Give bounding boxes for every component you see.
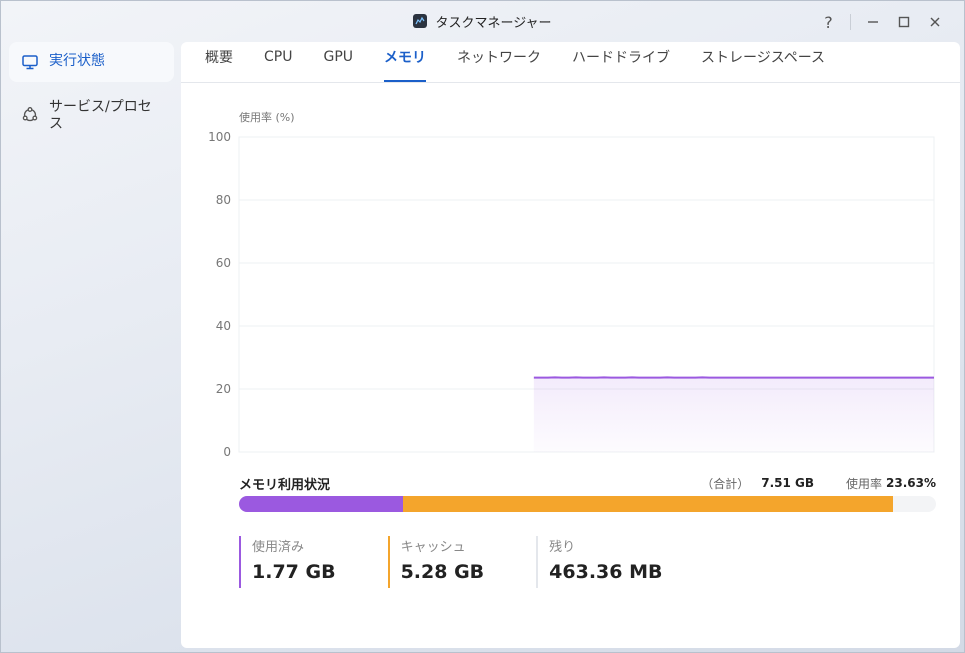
stat-used-label: 使用済み: [252, 540, 305, 555]
stat-remaining-label: 残り: [549, 540, 576, 555]
tab-bar: 概要 CPU GPU メモリ ネットワーク ハードドライブ ストレージスペース: [181, 42, 960, 83]
memory-usage-chart: 使用率 (%) 100 80 60 40 20 0: [181, 102, 960, 462]
usage-rate-label: 使用率: [846, 476, 883, 491]
tab-storage-space[interactable]: ストレージスペース: [701, 42, 825, 82]
main-panel: 概要 CPU GPU メモリ ネットワーク ハードドライブ ストレージスペース …: [181, 42, 960, 648]
memory-stats: 使用済み 1.77 GB キャッシュ 5.28 GB 残り 463.36 MB: [239, 536, 662, 588]
sidebar-item-label: サービス/プロセス: [49, 99, 152, 132]
total-label: （合計）: [701, 476, 750, 491]
y-tick-label: 60: [216, 256, 231, 270]
stat-remaining-value: 463.36 MB: [549, 561, 663, 583]
stat-remaining: 残り 463.36 MB: [536, 536, 662, 588]
sidebar-item-services[interactable]: サービス/プロセス: [9, 88, 174, 144]
y-tick-label: 20: [216, 382, 231, 396]
window-controls: ?: [813, 11, 950, 33]
usage-rate-value: 23.63%: [886, 476, 936, 490]
close-icon: [930, 17, 939, 27]
minimize-button[interactable]: [857, 11, 888, 33]
tab-overview[interactable]: 概要: [205, 42, 233, 82]
stat-cache-value: 5.28 GB: [400, 561, 485, 583]
stat-cache: キャッシュ 5.28 GB: [387, 536, 485, 588]
tab-memory[interactable]: メモリ: [384, 42, 427, 82]
controls-divider: [850, 14, 851, 30]
total-value: 7.51 GB: [761, 476, 814, 490]
monitor-icon: [22, 55, 38, 70]
y-tick-label: 0: [223, 445, 231, 459]
window-title: タスクマネージャー: [435, 15, 552, 31]
memory-usage-bar: [239, 496, 936, 512]
services-icon: [22, 107, 38, 122]
tab-network[interactable]: ネットワーク: [457, 42, 541, 82]
y-tick-label: 100: [208, 130, 231, 144]
tab-hard-drive[interactable]: ハードドライブ: [572, 42, 670, 82]
stat-cache-label: キャッシュ: [400, 540, 466, 555]
stat-used: 使用済み 1.77 GB: [239, 536, 336, 588]
used-segment: [239, 496, 404, 512]
sidebar: 実行状態 サービス/プロセス: [9, 42, 174, 150]
tab-cpu[interactable]: CPU: [264, 42, 292, 82]
cache-segment: [403, 496, 894, 512]
memory-usage-header: メモリ利用状況 （合計） 7.51 GB 使用率 23.63%: [239, 473, 936, 493]
y-tick-label: 40: [216, 319, 231, 333]
maximize-icon: [898, 16, 909, 28]
minimize-icon: [867, 21, 878, 23]
help-button[interactable]: ?: [813, 11, 844, 33]
sidebar-item-label: 実行状態: [49, 53, 105, 69]
task-manager-app-icon: [413, 14, 428, 28]
y-tick-label: 80: [216, 193, 231, 207]
y-axis-title: 使用率 (%): [239, 111, 295, 124]
task-manager-window: タスクマネージャー ? 実行状態 サービス/プロセス 概要 CPU GPU メモ…: [0, 0, 965, 653]
sidebar-item-running-status[interactable]: 実行状態: [9, 42, 174, 82]
tab-gpu[interactable]: GPU: [323, 42, 353, 82]
maximize-button[interactable]: [888, 11, 919, 33]
memory-chart-svg: 100 80 60 40 20 0: [208, 130, 935, 459]
close-button[interactable]: [919, 11, 950, 33]
series-area: [533, 377, 934, 452]
memory-usage-title: メモリ利用状況: [239, 477, 331, 493]
title-bar: タスクマネージャー ?: [1, 1, 964, 41]
stat-used-value: 1.77 GB: [252, 561, 336, 583]
